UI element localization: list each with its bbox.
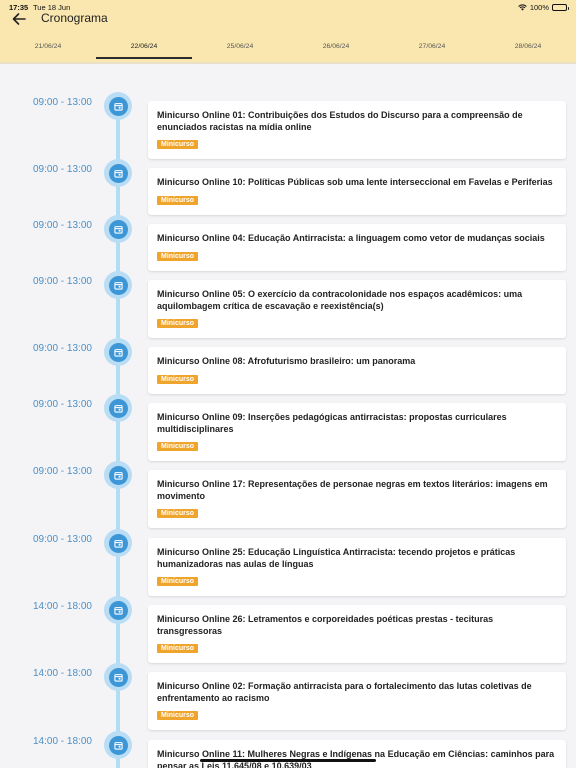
calendar-icon — [113, 281, 123, 290]
timeline-dot-inner — [108, 163, 128, 183]
page-title: Cronograma — [41, 11, 108, 25]
home-indicator — [200, 759, 376, 762]
calendar-icon — [113, 606, 123, 615]
timeline-dot — [104, 215, 132, 243]
calendar-icon — [113, 348, 123, 357]
event-title: Minicurso Online 17: Representações de p… — [157, 479, 548, 501]
event-time: 09:00 - 13:00 — [33, 164, 92, 175]
tab-date[interactable]: 21/06/24 — [0, 40, 96, 60]
event-card[interactable]: Minicurso Online 10: Políticas Públicas … — [148, 168, 566, 215]
event-card[interactable]: Minicurso Online 17: Representações de p… — [148, 470, 566, 528]
top-bar: Cronograma — [0, 10, 576, 32]
event-time: 09:00 - 13:00 — [33, 97, 92, 108]
tab-date[interactable]: 25/06/24 — [192, 40, 288, 60]
calendar-icon — [113, 471, 123, 480]
timeline-dot-inner — [108, 600, 128, 620]
event-card[interactable]: Minicurso Online 11: Mulheres Negras e I… — [148, 740, 566, 768]
timeline-dot-inner — [108, 667, 128, 687]
calendar-icon — [113, 741, 123, 750]
event-title: Minicurso Online 25: Educação Linguístic… — [157, 547, 516, 569]
calendar-icon — [113, 102, 123, 111]
timeline-dot — [104, 663, 132, 691]
timeline-dot-inner — [108, 219, 128, 239]
timeline-dot — [104, 338, 132, 366]
event-title: Minicurso Online 08: Afrofuturismo brasi… — [157, 356, 416, 366]
arrow-left-icon[interactable] — [10, 10, 28, 28]
tab-date[interactable]: 22/06/24 — [96, 40, 192, 60]
timeline-dot-inner — [108, 735, 128, 755]
event-title: Minicurso Online 04: Educação Antirracis… — [157, 233, 545, 243]
timeline-dot — [104, 731, 132, 759]
event-card[interactable]: Minicurso Online 01: Contribuições dos E… — [148, 101, 566, 159]
event-time: 09:00 - 13:00 — [33, 220, 92, 231]
event-time: 09:00 - 13:00 — [33, 276, 92, 287]
calendar-icon — [113, 404, 123, 413]
event-time: 09:00 - 13:00 — [33, 399, 92, 410]
event-type-badge: Minicurso — [157, 374, 199, 384]
event-type-badge: Minicurso — [157, 195, 199, 205]
event-card[interactable]: Minicurso Online 26: Letramentos e corpo… — [148, 605, 566, 663]
event-time: 14:00 - 18:00 — [33, 668, 92, 679]
event-type-badge: Minicurso — [157, 644, 199, 653]
timeline-dot — [104, 159, 132, 187]
event-card[interactable]: Minicurso Online 08: Afrofuturismo brasi… — [148, 347, 566, 394]
timeline-dot — [104, 92, 132, 120]
event-time: 09:00 - 13:00 — [33, 534, 92, 545]
timeline-dot — [104, 394, 132, 422]
timeline-dot-inner — [108, 465, 128, 485]
event-title: Minicurso Online 05: O exercício da cont… — [157, 289, 523, 311]
event-card[interactable]: Minicurso Online 05: O exercício da cont… — [148, 280, 566, 338]
event-card[interactable]: Minicurso Online 04: Educação Antirracis… — [148, 224, 566, 271]
calendar-icon — [113, 225, 123, 234]
calendar-icon — [113, 169, 123, 178]
calendar-icon — [113, 673, 123, 682]
event-title: Minicurso Online 09: Inserções pedagógic… — [157, 412, 507, 434]
schedule-timeline[interactable]: 09:00 - 13:00 Minicurso Online 01: Contri… — [0, 62, 576, 768]
timeline-dot — [104, 271, 132, 299]
event-card[interactable]: Minicurso Online 02: Formação antirracis… — [148, 672, 566, 730]
event-title: Minicurso Online 01: Contribuições dos E… — [157, 110, 523, 132]
event-type-badge: Minicurso — [157, 442, 199, 451]
timeline-dot — [104, 596, 132, 624]
event-time: 09:00 - 13:00 — [33, 343, 92, 354]
timeline-dot-inner — [108, 398, 128, 418]
timeline-dot-inner — [108, 96, 128, 116]
app-header: 17:35 Tue 18 Jun 100% Cronograma 21/06/2… — [0, 0, 576, 62]
timeline-dot-inner — [108, 533, 128, 553]
event-time: 09:00 - 13:00 — [33, 466, 92, 477]
tab-date[interactable]: 28/06/24 — [480, 40, 576, 60]
event-card[interactable]: Minicurso Online 09: Inserções pedagógic… — [148, 403, 566, 461]
event-title: Minicurso Online 10: Políticas Públicas … — [157, 177, 553, 187]
event-type-badge: Minicurso — [157, 577, 199, 586]
calendar-icon — [113, 539, 123, 548]
timeline-dot-inner — [108, 275, 128, 295]
timeline-dot — [104, 529, 132, 557]
event-type-badge: Minicurso — [157, 509, 199, 518]
timeline-dot-inner — [108, 342, 128, 362]
tab-date[interactable]: 27/06/24 — [384, 40, 480, 60]
timeline-dot — [104, 461, 132, 489]
event-title: Minicurso Online 26: Letramentos e corpo… — [157, 614, 494, 636]
event-type-badge: Minicurso — [157, 140, 199, 149]
tab-date[interactable]: 26/06/24 — [288, 40, 384, 60]
event-type-badge: Minicurso — [157, 711, 199, 720]
event-card[interactable]: Minicurso Online 25: Educação Linguístic… — [148, 538, 566, 596]
event-time: 14:00 - 18:00 — [33, 601, 92, 612]
event-title: Minicurso Online 02: Formação antirracis… — [157, 681, 532, 703]
event-type-badge: Minicurso — [157, 319, 199, 328]
event-type-badge: Minicurso — [157, 251, 199, 261]
date-tabs: 21/06/24 22/06/24 25/06/24 26/06/24 27/06/24… — [0, 40, 576, 60]
event-time: 14:00 - 18:00 — [33, 736, 92, 747]
